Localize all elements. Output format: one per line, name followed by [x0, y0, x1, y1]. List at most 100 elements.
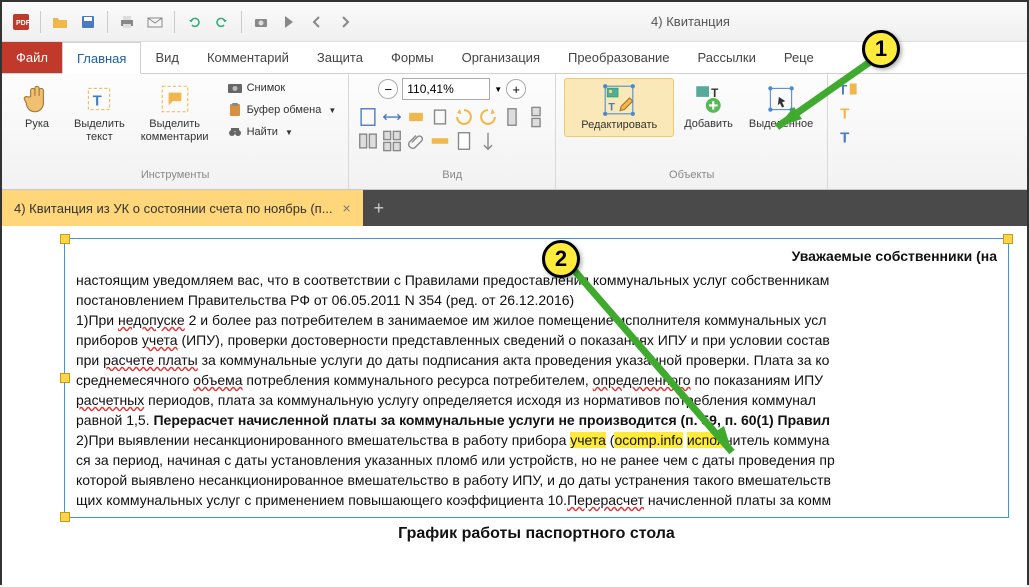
find-label: Найти	[247, 126, 278, 138]
autoscroll-icon[interactable]	[477, 130, 499, 152]
camera-small-icon	[227, 80, 243, 96]
document-tabs: 4) Квитанция из УК о состоянии счета по …	[2, 190, 1027, 226]
ribbon-misc-3[interactable]: T	[836, 126, 858, 148]
undo-icon[interactable]	[181, 9, 207, 35]
add-icon: T	[692, 82, 726, 116]
select-comments-button[interactable]: Выделить комментарии	[135, 78, 215, 148]
view-mini-buttons	[357, 106, 547, 152]
zoom-controls: − ▼ +	[378, 78, 526, 100]
document-tab-title: 4) Квитанция из УК о состоянии счета по …	[14, 201, 333, 216]
facing-icon[interactable]	[357, 130, 379, 152]
svg-text:T: T	[93, 93, 102, 109]
window-title: 4) Квитанция	[360, 14, 1021, 29]
fit-visible-icon[interactable]	[405, 106, 427, 128]
tab-organize[interactable]: Организация	[448, 42, 554, 73]
schedule-heading: График работы паспортного стола	[76, 524, 997, 544]
handle-bottom-left[interactable]	[60, 512, 70, 522]
edit-button[interactable]: T Редактировать	[564, 78, 674, 137]
svg-text:T: T	[839, 83, 848, 98]
fit-width-icon[interactable]	[381, 106, 403, 128]
reflow-icon[interactable]	[429, 106, 451, 128]
ribbon-group-partial: T T T	[828, 74, 866, 189]
hand-label: Рука	[25, 118, 49, 131]
tab-comment[interactable]: Комментарий	[193, 42, 303, 73]
edit-label: Редактировать	[581, 119, 657, 132]
clipboard-button[interactable]: Буфер обмена▼	[223, 100, 341, 120]
svg-text:PDF: PDF	[16, 20, 29, 27]
handle-mid-left[interactable]	[60, 373, 70, 383]
selected-button[interactable]: Выделенное	[743, 78, 819, 135]
tab-home[interactable]: Главная	[62, 42, 141, 74]
find-button[interactable]: Найти ▼	[223, 122, 341, 142]
redo-icon[interactable]	[209, 9, 235, 35]
add-tab-button[interactable]: +	[363, 190, 395, 226]
objects-group-label: Объекты	[564, 169, 819, 187]
svg-text:T: T	[840, 130, 850, 147]
add-label: Добавить	[684, 118, 733, 131]
tab-forms[interactable]: Формы	[377, 42, 448, 73]
single-page-icon[interactable]	[501, 106, 523, 128]
tab-convert[interactable]: Преобразование	[554, 42, 684, 73]
page-prev-icon[interactable]	[304, 9, 330, 35]
tab-protect[interactable]: Защита	[303, 42, 377, 73]
svg-text:T: T	[840, 106, 850, 123]
tab-mail[interactable]: Рассылки	[683, 42, 769, 73]
tab-review[interactable]: Реце	[770, 42, 828, 73]
ribbon-misc-1[interactable]: T	[836, 78, 858, 100]
save-icon[interactable]	[75, 9, 101, 35]
svg-text:T: T	[711, 87, 718, 100]
ribbon-misc-2[interactable]: T	[836, 102, 858, 124]
menu-tabs: Файл Главная Вид Комментарий Защита Форм…	[2, 42, 1027, 74]
handle-top-left[interactable]	[60, 234, 70, 244]
print-icon[interactable]	[114, 9, 140, 35]
rotate-right-icon[interactable]	[477, 106, 499, 128]
open-icon[interactable]	[47, 9, 73, 35]
handle-top-right[interactable]	[1003, 234, 1013, 244]
selected-label: Выделенное	[749, 118, 813, 131]
select-text-icon: T	[82, 82, 116, 116]
svg-text:T: T	[609, 102, 616, 114]
select-text-button[interactable]: T Выделить текст	[68, 78, 131, 148]
tab-view[interactable]: Вид	[141, 42, 193, 73]
email-icon[interactable]	[142, 9, 168, 35]
zoom-out-button[interactable]: −	[378, 79, 398, 99]
add-button[interactable]: T Добавить	[678, 78, 739, 135]
view-group-label: Вид	[357, 169, 547, 187]
tab-file[interactable]: Файл	[2, 42, 62, 73]
document-tab-active[interactable]: 4) Квитанция из УК о состоянии счета по …	[2, 190, 363, 226]
page-nav-icon[interactable]	[276, 9, 302, 35]
ribbon: Рука T Выделить текст Выделить комментар…	[2, 74, 1027, 190]
camera-icon[interactable]	[248, 9, 274, 35]
rotate-left-icon[interactable]	[453, 106, 475, 128]
pdf-app-icon: PDF	[8, 9, 34, 35]
edit-icon: T	[602, 83, 636, 117]
snapshot-label: Снимок	[247, 82, 286, 94]
clipboard-label: Буфер обмена	[247, 104, 322, 116]
attachment-icon[interactable]	[405, 130, 427, 152]
select-comments-icon	[158, 82, 192, 116]
zoom-in-button[interactable]: +	[506, 79, 526, 99]
page-next-icon[interactable]	[332, 9, 358, 35]
continuous-icon[interactable]	[525, 106, 547, 128]
hand-tool-button[interactable]: Рука	[10, 78, 64, 135]
clipboard-icon	[227, 102, 243, 118]
close-icon[interactable]: ×	[343, 200, 351, 216]
ribbon-group-objects: T Редактировать T Добавить Выделенное Об…	[556, 74, 828, 189]
cont-facing-icon[interactable]	[381, 130, 403, 152]
select-comments-label: Выделить комментарии	[141, 118, 209, 144]
zoom-input[interactable]	[402, 78, 490, 100]
binoculars-icon	[227, 124, 243, 140]
chevron-down-icon: ▼	[285, 128, 293, 137]
ribbon-group-tools: Рука T Выделить текст Выделить комментар…	[2, 74, 349, 189]
fit-page-icon[interactable]	[357, 106, 379, 128]
ribbon-group-view: − ▼ + Вид	[349, 74, 556, 189]
quick-access-toolbar: PDF 4) Квитанция	[2, 2, 1027, 42]
zoom-dropdown-icon[interactable]: ▼	[494, 85, 502, 94]
selected-icon	[764, 82, 798, 116]
page-area: Уважаемые собственники (на настоящим уве…	[2, 226, 1027, 586]
hand-icon	[20, 82, 54, 116]
page-icon[interactable]	[453, 130, 475, 152]
ruler-icon[interactable]	[429, 130, 451, 152]
selection-frame[interactable]	[64, 238, 1009, 518]
snapshot-button[interactable]: Снимок	[223, 78, 341, 98]
